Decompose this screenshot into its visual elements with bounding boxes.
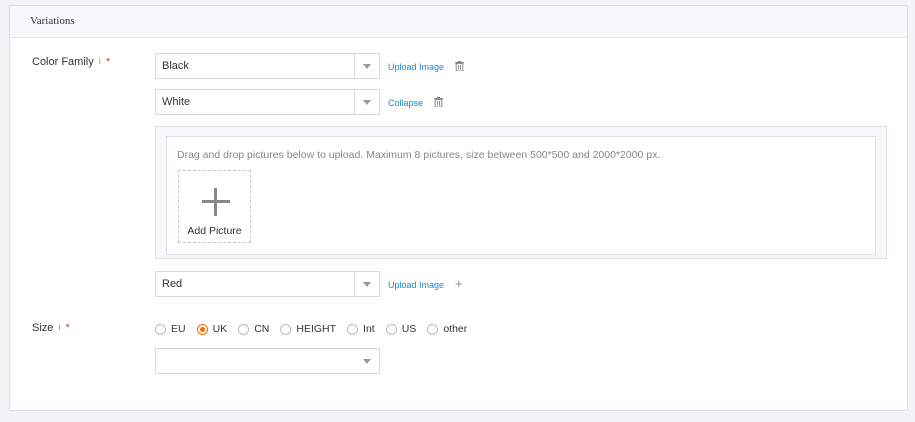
upload-image-link-red[interactable]: Upload Image xyxy=(388,280,444,290)
radio-label: HEIGHT xyxy=(296,323,337,335)
radio-circle[interactable] xyxy=(427,323,439,335)
radio-circle[interactable] xyxy=(280,323,292,335)
radio-height[interactable]: HEIGHT xyxy=(280,323,336,335)
dropdown-caret-box[interactable] xyxy=(354,90,379,114)
color-select-value: Black xyxy=(162,60,189,72)
dropdown-caret-box[interactable] xyxy=(354,54,379,78)
radio-us[interactable]: US xyxy=(385,323,417,335)
add-picture-label: Add Picture xyxy=(187,225,242,237)
chevron-down-icon xyxy=(363,63,371,69)
add-color-plus-icon[interactable]: + xyxy=(455,277,463,290)
required-marker: * xyxy=(105,56,111,68)
required-marker: * xyxy=(65,322,70,334)
upload-image-link-black[interactable]: Upload Image xyxy=(388,62,444,72)
dropdown-caret-box[interactable] xyxy=(354,272,379,296)
size-select[interactable] xyxy=(155,348,380,374)
upload-hint: Drag and drop pictures below to upload. … xyxy=(177,149,661,161)
radio-circle[interactable] xyxy=(238,323,250,335)
info-icon[interactable]: i xyxy=(58,324,60,332)
info-icon[interactable]: i xyxy=(99,58,101,66)
trash-icon[interactable] xyxy=(434,97,443,110)
size-label-group: Size i * xyxy=(32,322,70,334)
size-radio-group: EU UK CN HEIGHT Int US other xyxy=(155,323,478,335)
radio-circle[interactable] xyxy=(155,323,166,335)
chevron-down-icon xyxy=(363,99,371,105)
radio-label: Int xyxy=(363,323,375,335)
radio-uk[interactable]: UK xyxy=(196,323,228,335)
color-select-black[interactable]: Black xyxy=(155,53,380,79)
color-select-white[interactable]: White xyxy=(155,89,380,115)
radio-other[interactable]: other xyxy=(427,323,467,335)
variations-panel: Variations Color Family i * Black Upload… xyxy=(9,5,908,411)
chevron-down-icon xyxy=(363,281,371,287)
collapse-link-white[interactable]: Collapse xyxy=(388,98,423,108)
color-select-value: White xyxy=(162,96,191,108)
radio-circle[interactable] xyxy=(385,323,397,335)
add-picture-button[interactable]: Add Picture xyxy=(178,170,251,243)
color-family-label-group: Color Family i * xyxy=(32,56,110,68)
color-select-value: Red xyxy=(162,278,183,290)
radio-label: UK xyxy=(212,323,228,335)
section-title: Variations xyxy=(10,6,907,38)
size-label: Size xyxy=(32,322,54,334)
trash-icon[interactable] xyxy=(455,61,464,74)
radio-label: US xyxy=(401,323,417,335)
color-family-label: Color Family xyxy=(32,56,94,68)
radio-eu[interactable]: EU xyxy=(155,323,186,335)
radio-label: EU xyxy=(171,323,186,335)
picture-dropzone[interactable]: Drag and drop pictures below to upload. … xyxy=(166,136,876,255)
dropdown-caret-box[interactable] xyxy=(354,358,379,364)
radio-label: other xyxy=(443,323,468,335)
color-select-red[interactable]: Red xyxy=(155,271,380,297)
radio-label: CN xyxy=(254,323,270,335)
radio-int[interactable]: Int xyxy=(347,323,375,335)
chevron-down-icon xyxy=(362,358,371,364)
plus-icon-vertical xyxy=(214,188,217,216)
radio-cn[interactable]: CN xyxy=(238,323,269,335)
radio-circle[interactable] xyxy=(347,323,359,335)
upload-area: Drag and drop pictures below to upload. … xyxy=(155,126,887,259)
radio-circle[interactable] xyxy=(196,323,208,335)
